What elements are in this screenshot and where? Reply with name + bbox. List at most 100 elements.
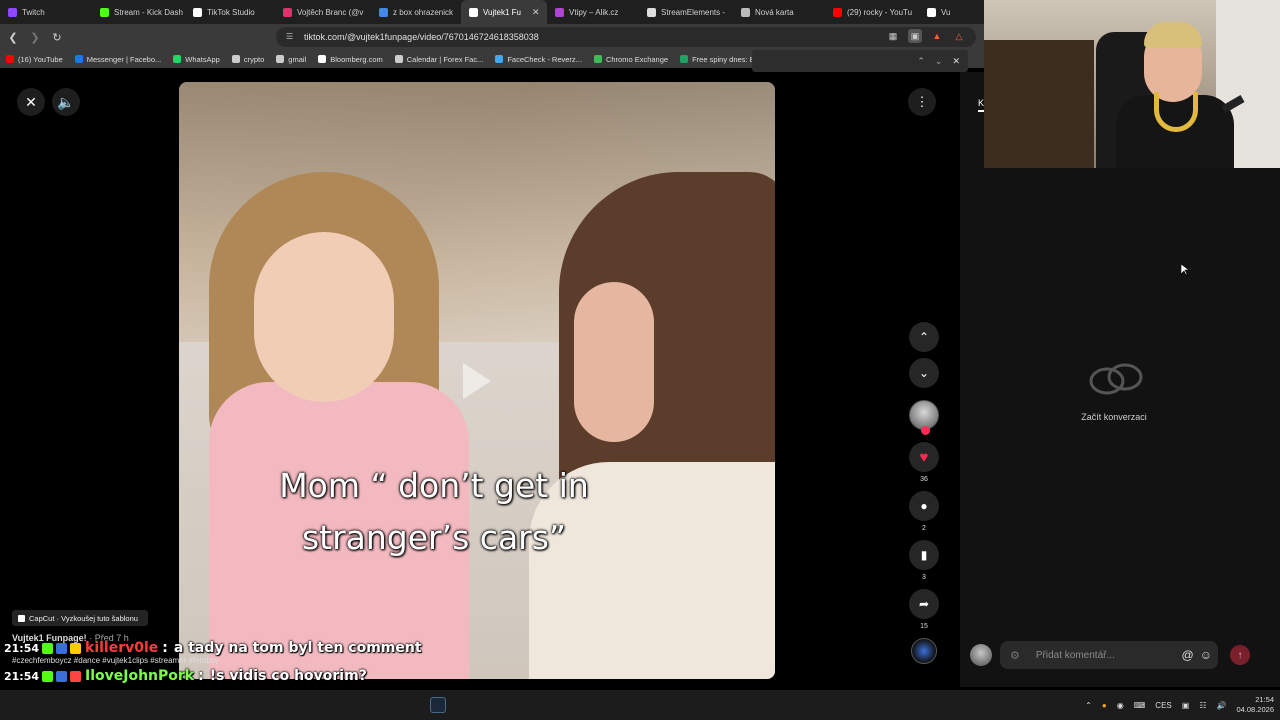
- browser-tab[interactable]: Twitch: [0, 0, 92, 24]
- clock[interactable]: 21:54 04.08.2026: [1236, 695, 1274, 715]
- tray-network-icon[interactable]: ☷: [1199, 701, 1206, 710]
- share-count: 15: [920, 623, 928, 630]
- next-video-button[interactable]: ⌄: [909, 358, 939, 388]
- creator-avatar-wrap: [904, 400, 944, 435]
- volume-button[interactable]: 🔈: [52, 88, 80, 116]
- creator-avatar[interactable]: [909, 400, 939, 435]
- browser-tab[interactable]: Vtipy – Alik.cz: [547, 0, 639, 24]
- video-viewer: ✕ 🔈 ⋮ Mom “ don’t get in stranger’s cars…: [0, 72, 960, 687]
- bookmark-item[interactable]: (16) YouTube: [0, 55, 69, 64]
- bookmark-favicon-icon: [680, 55, 689, 63]
- chat-message: 21:54 killerv0le: a tady na tom byl ten co…: [4, 636, 422, 660]
- reload-icon[interactable]: ↻: [48, 28, 66, 46]
- chat-username: killerv0le: [85, 640, 159, 656]
- browser-tab[interactable]: Vujtek1 Fu ✕: [461, 0, 547, 24]
- webcam-overlay: [984, 0, 1280, 168]
- capcut-template-link[interactable]: CapCut · Vyzkoušej tuto šablonu: [12, 610, 148, 626]
- comment-input[interactable]: ⚙ Přidat komentář... @ ☺: [1000, 641, 1218, 669]
- nav-up-wrap: ⌃: [904, 322, 944, 352]
- tray-chevron-icon[interactable]: ⌃: [1085, 701, 1092, 710]
- back-icon[interactable]: ❮: [4, 28, 22, 46]
- comment-composer: ⚙ Přidat komentář... @ ☺ ↑: [970, 640, 1268, 670]
- gear-icon[interactable]: ⚙: [1010, 649, 1020, 662]
- bookmark-item[interactable]: crypto: [226, 55, 270, 64]
- translate-icon[interactable]: ▦: [886, 29, 900, 43]
- chat-badge-icon: [42, 642, 54, 654]
- address-bar[interactable]: ☰ tiktok.com/@vujtek1funpage/video/76701…: [276, 27, 976, 47]
- taskbar-apps: [430, 697, 446, 713]
- follow-icon[interactable]: [921, 426, 930, 435]
- close-video-button[interactable]: ✕: [17, 88, 45, 116]
- find-next-icon[interactable]: ⌄: [935, 56, 943, 67]
- send-comment-button[interactable]: ↑: [1230, 645, 1250, 665]
- tab-favicon-icon: [833, 7, 842, 17]
- share-button[interactable]: ➦: [909, 589, 939, 619]
- emoji-icon[interactable]: ☺: [1200, 648, 1212, 662]
- tray-display-icon[interactable]: ▣: [1182, 701, 1190, 710]
- bookmark-item[interactable]: WhatsApp: [167, 55, 226, 64]
- brave-shield-icon[interactable]: ▲: [930, 29, 944, 43]
- bookmark-favicon-icon: [394, 55, 403, 63]
- browser-tab[interactable]: z box ohrazenick: [371, 0, 461, 24]
- browser-tab[interactable]: StreamElements -: [639, 0, 733, 24]
- like-count: 36: [920, 476, 928, 483]
- brave-rewards-icon[interactable]: △: [952, 29, 966, 43]
- browser-tab[interactable]: Vojtěch Branc (@v: [275, 0, 371, 24]
- find-close-icon[interactable]: ✕: [952, 56, 960, 67]
- tray-volume-icon[interactable]: 🔊: [1216, 701, 1226, 710]
- tray-language[interactable]: CES: [1155, 701, 1171, 710]
- bookmark-item[interactable]: Bloomberg.com: [312, 55, 389, 64]
- browser-tab[interactable]: Stream - Kick Dash: [92, 0, 185, 24]
- sound-disc-icon[interactable]: [911, 638, 937, 664]
- site-info-icon[interactable]: ☰: [286, 32, 296, 42]
- bookmark-item[interactable]: FaceCheck - Reverz...: [489, 55, 588, 64]
- bookmark-favicon-icon: [495, 55, 504, 63]
- system-tray: ⌃ ● ◉ ⌨ CES ▣ ☷ 🔊 21:54 04.08.2026: [1085, 690, 1274, 720]
- caption-line-2: stranger’s cars”: [301, 518, 567, 557]
- capcut-label: CapCut · Vyzkoušej tuto šablonu: [29, 613, 138, 623]
- chat-text: a tady na tom byl ten comment: [173, 640, 422, 656]
- browser-tab[interactable]: Nová karta: [733, 0, 825, 24]
- bookmark-label: Messenger | Facebo...: [86, 54, 162, 64]
- browser-tab[interactable]: TikTok Studio: [185, 0, 275, 24]
- save-button[interactable]: ▮: [909, 540, 939, 570]
- bookmark-item[interactable]: Messenger | Facebo...: [69, 55, 167, 64]
- find-prev-icon[interactable]: ⌃: [917, 56, 925, 67]
- previous-video-button[interactable]: ⌃: [909, 322, 939, 352]
- bookmark-favicon-icon: [74, 55, 83, 63]
- tray-vpn-icon[interactable]: ◉: [1117, 701, 1124, 710]
- mention-icon[interactable]: @: [1182, 648, 1194, 662]
- comment-count: 2: [922, 525, 926, 532]
- bookmark-item[interactable]: Calendar | Forex Fac...: [389, 55, 490, 64]
- forward-icon[interactable]: ❯: [26, 28, 44, 46]
- bookmark-label: Chromo Exchange: [605, 54, 669, 64]
- comment-button[interactable]: ●: [909, 491, 939, 521]
- bookmark-favicon-icon: [173, 55, 182, 63]
- tab-favicon-icon: [647, 7, 656, 17]
- chat-badge-icon: [42, 670, 54, 682]
- tab-label: Stream - Kick Dash: [114, 7, 183, 17]
- clock-time: 21:54: [1255, 695, 1274, 704]
- tab-favicon-icon: [469, 7, 478, 17]
- screenshot-icon[interactable]: ▣: [908, 29, 922, 43]
- bookmark-item[interactable]: Chromo Exchange: [588, 55, 674, 64]
- browser-tab[interactable]: Vu: [919, 0, 963, 24]
- tab-favicon-icon: [379, 7, 388, 17]
- clock-date: 04.08.2026: [1236, 705, 1274, 714]
- tab-label: Vu: [941, 7, 951, 17]
- tab-favicon-icon: [555, 7, 564, 17]
- bookmark-label: Bloomberg.com: [330, 54, 383, 64]
- bookmark-item[interactable]: gmail: [270, 55, 312, 64]
- video-player[interactable]: Mom “ don’t get in stranger’s cars”: [179, 82, 775, 679]
- like-button[interactable]: ♥: [909, 442, 939, 472]
- play-icon[interactable]: [463, 363, 491, 399]
- bookmark-label: gmail: [288, 54, 307, 64]
- tray-keyboard-icon[interactable]: ⌨: [1134, 701, 1146, 710]
- tab-close-icon[interactable]: ✕: [532, 7, 540, 18]
- more-options-button[interactable]: ⋮: [908, 88, 936, 116]
- tray-mic-icon[interactable]: ●: [1102, 701, 1107, 710]
- bookmark-label: (16) YouTube: [18, 54, 63, 64]
- steam-icon[interactable]: [430, 697, 446, 713]
- browser-tab[interactable]: (29) rocky - YouTu: [825, 0, 919, 24]
- chat-badge-icon: [56, 670, 68, 682]
